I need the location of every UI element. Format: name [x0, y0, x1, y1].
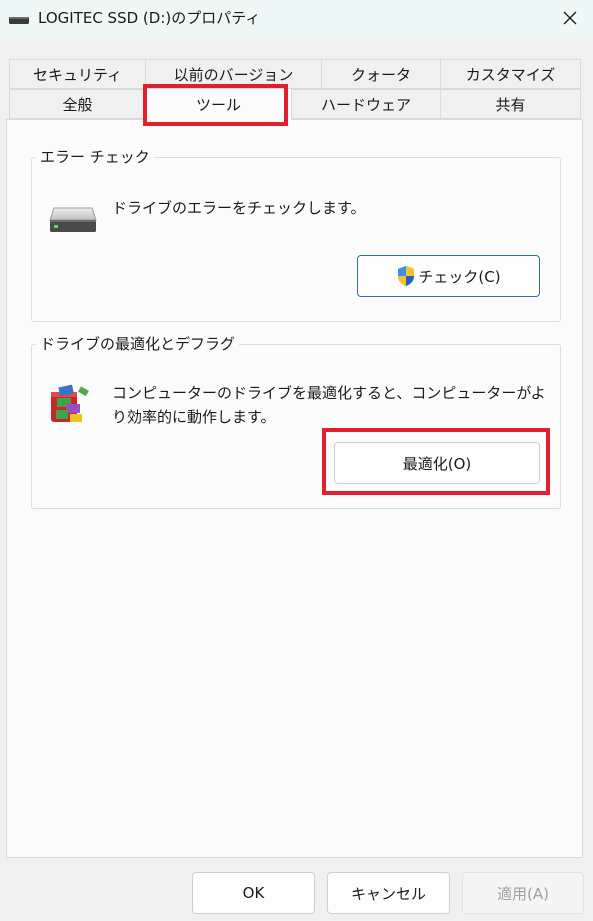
- close-icon: [563, 11, 577, 25]
- optimize-button-label: 最適化(O): [402, 454, 472, 473]
- check-button-label: チェック(C): [418, 267, 501, 286]
- defrag-icon: [51, 384, 89, 422]
- check-button[interactable]: チェック(C): [357, 255, 540, 297]
- tools-panel: エラー チェック ドライブのエラーをチェックします。 チェック(C) ドライブの…: [6, 119, 583, 858]
- tab-tools[interactable]: ツール: [145, 88, 292, 120]
- tab-label: ハードウェア: [320, 95, 411, 114]
- drive-icon: [9, 17, 29, 24]
- optimize-button[interactable]: 最適化(O): [334, 442, 540, 484]
- cancel-button[interactable]: キャンセル: [327, 872, 450, 914]
- tab-label: クォータ: [350, 65, 411, 84]
- optimize-description-line1: コンピューターのドライブを最適化すると、コンピューターがよ: [112, 384, 546, 402]
- apply-button-label: 適用(A): [497, 884, 549, 903]
- uac-shield-icon: [398, 266, 415, 286]
- tab-label: 以前のバージョン: [173, 65, 294, 84]
- error-check-group: エラー チェック ドライブのエラーをチェックします。 チェック(C): [31, 147, 561, 322]
- group-label: エラー チェック: [36, 147, 154, 167]
- tab-label: ツール: [195, 95, 241, 114]
- close-button[interactable]: [547, 0, 593, 36]
- error-check-description: ドライブのエラーをチェックします。: [112, 199, 366, 217]
- optimize-group: ドライブの最適化とデフラグ コンピューターのドライブを最適化すると、コンピュータ…: [31, 334, 561, 509]
- title-bar: LOGITEC SSD (D:)のプロパティ: [0, 0, 593, 40]
- tab-sharing[interactable]: 共有: [440, 89, 581, 119]
- window-title: LOGITEC SSD (D:)のプロパティ: [38, 9, 261, 27]
- cancel-button-label: キャンセル: [350, 884, 426, 903]
- tab-previous-versions[interactable]: 以前のバージョン: [145, 59, 322, 89]
- ok-button-label: OK: [242, 884, 265, 902]
- tab-hardware[interactable]: ハードウェア: [291, 89, 441, 119]
- tab-quota[interactable]: クォータ: [321, 59, 441, 89]
- tab-label: セキュリティ: [32, 65, 123, 84]
- tab-label: 全般: [62, 95, 93, 114]
- optimize-description-line2: り効率的に動作します。: [112, 408, 276, 426]
- tab-label: カスタマイズ: [465, 65, 556, 84]
- apply-button[interactable]: 適用(A): [462, 872, 584, 914]
- ok-button[interactable]: OK: [192, 872, 315, 914]
- tab-security[interactable]: セキュリティ: [9, 59, 146, 89]
- tab-customize[interactable]: カスタマイズ: [440, 59, 581, 89]
- hard-drive-icon: [49, 207, 97, 232]
- tab-label: 共有: [495, 95, 526, 114]
- tab-general[interactable]: 全般: [9, 89, 146, 119]
- group-label: ドライブの最適化とデフラグ: [36, 334, 240, 354]
